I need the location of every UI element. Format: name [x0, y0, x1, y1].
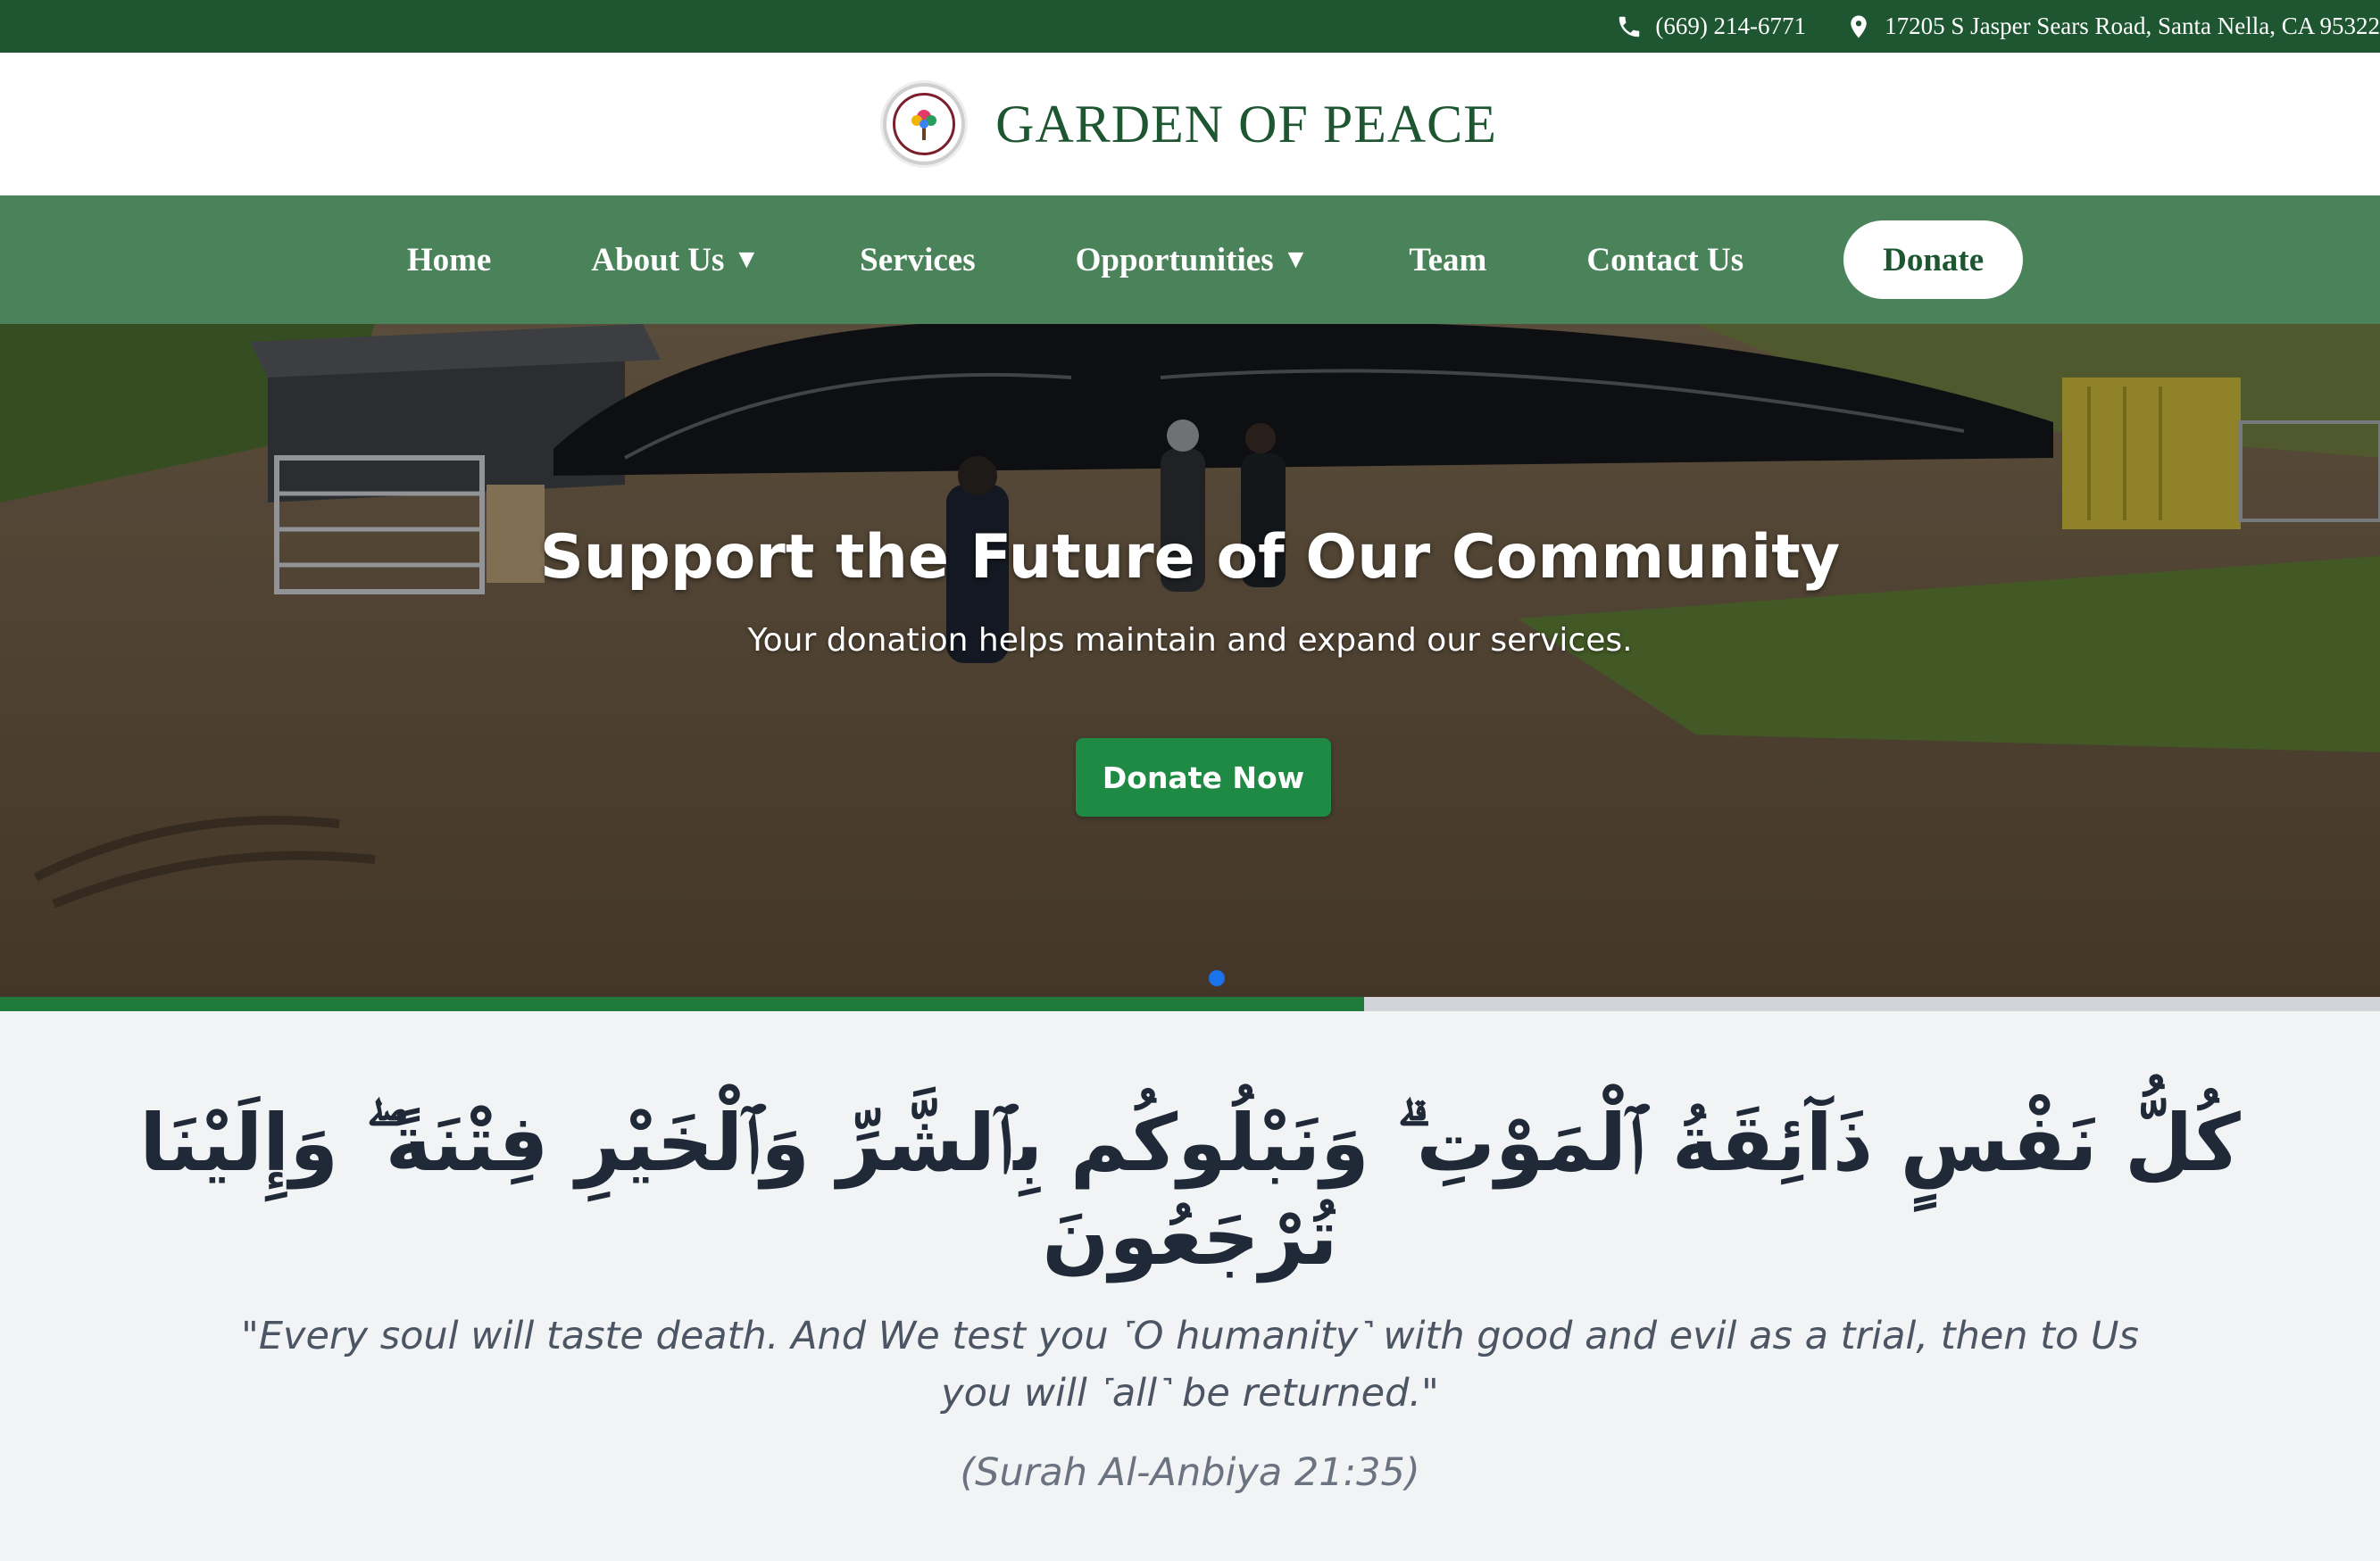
arabic-verse: كُلُّ نَفْسٍ ذَآئِقَةُ ٱلْمَوْتِ ۗ وَنَب…	[139, 1097, 2241, 1283]
nav-item-team[interactable]: Team	[1409, 241, 1486, 279]
caret-down-icon: ▼	[1282, 245, 1310, 274]
nav-label: About Us	[591, 241, 725, 278]
logo-seal	[893, 93, 956, 155]
tree-icon	[911, 110, 937, 140]
phone-contact[interactable]: (669) 214-6771	[1616, 12, 1806, 40]
address-text: 17205 S Jasper Sears Road, Santa Nella, …	[1885, 12, 2380, 39]
verse-reference: (Surah Al-Anbiya 21:35)	[960, 1450, 1420, 1495]
brand-header: GARDEN OF PEACE	[0, 53, 2380, 195]
nav-item-about-us[interactable]: About Us ▼	[591, 241, 760, 279]
map-pin-icon	[1851, 15, 1867, 37]
top-contact-bar: (669) 214-6771 17205 S Jasper Sears Road…	[0, 0, 2380, 53]
garden-of-peace-logo[interactable]	[883, 83, 966, 165]
phone-number: (669) 214-6771	[1655, 12, 1807, 39]
caret-down-icon: ▼	[733, 245, 761, 274]
hero-banner: Support the Future of Our Community Your…	[0, 324, 2380, 997]
hero-overlay	[0, 324, 2380, 997]
nav-donate-button[interactable]: Donate	[1843, 220, 2024, 299]
address-contact[interactable]: 17205 S Jasper Sears Road, Santa Nella, …	[1845, 12, 2380, 40]
nav-item-contact-us[interactable]: Contact Us	[1586, 241, 1743, 279]
nav-label: Opportunities	[1075, 241, 1274, 278]
nav-item-home[interactable]: Home	[407, 241, 492, 279]
verse-translation: "Every soul will taste death. And We tes…	[241, 1314, 2139, 1416]
slider-progress-fill	[0, 997, 1364, 1011]
phone-icon	[1619, 16, 1640, 37]
slider-dot-active[interactable]	[1209, 970, 1225, 986]
nav-label: Services	[860, 241, 976, 278]
nav-label: Team	[1409, 241, 1487, 278]
hero-subtitle: Your donation helps maintain and expand …	[747, 622, 1633, 659]
site-title[interactable]: GARDEN OF PEACE	[995, 94, 1497, 155]
hero-title: Support the Future of Our Community	[539, 522, 1841, 593]
main-navigation: Home About Us ▼ Services Opportunities ▼ T…	[0, 195, 2380, 324]
slider-progress-bar	[0, 997, 2380, 1011]
nav-label: Home	[406, 241, 492, 278]
nav-item-services[interactable]: Services	[860, 241, 975, 279]
donate-now-button[interactable]: Donate Now	[1076, 738, 1331, 817]
quran-quote-section: كُلُّ نَفْسٍ ذَآئِقَةُ ٱلْمَوْتِ ۗ وَنَب…	[0, 1011, 2380, 1561]
nav-label: Contact Us	[1586, 241, 1744, 278]
nav-item-opportunities[interactable]: Opportunities ▼	[1076, 241, 1310, 279]
